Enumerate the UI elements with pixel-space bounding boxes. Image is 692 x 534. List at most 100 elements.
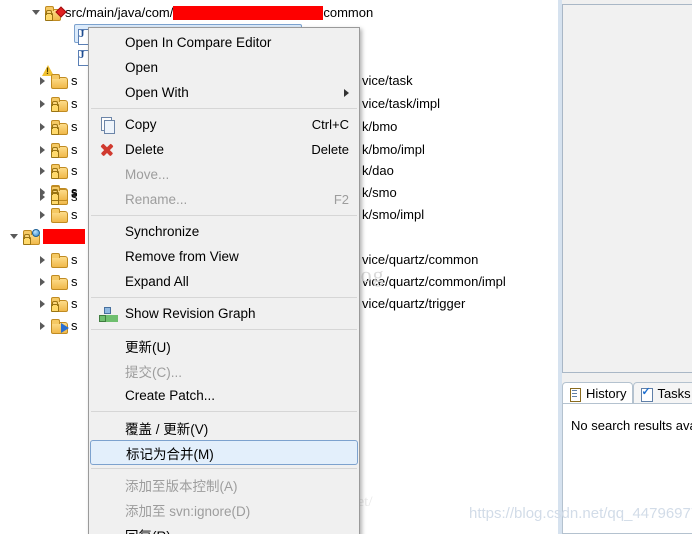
path-label: k/bmo (362, 119, 398, 134)
expand-arrow-icon[interactable] (36, 204, 50, 225)
tab-history[interactable]: History (562, 382, 634, 404)
tree-row-label: s (71, 318, 78, 333)
tree-row-label: s (71, 119, 78, 134)
menu-item-open-with[interactable]: Open With (89, 80, 359, 105)
menu-item-label: Synchronize (125, 224, 200, 239)
tree-row[interactable]: s (36, 204, 78, 225)
menu-item-synchronize[interactable]: Synchronize (89, 219, 359, 244)
redaction-bar (43, 229, 85, 244)
menu-item-label: Open With (125, 85, 189, 100)
expand-arrow-icon[interactable] (36, 139, 50, 160)
menu-item-label: Show Revision Graph (125, 306, 256, 321)
menu-separator (91, 108, 357, 109)
expand-arrow-icon[interactable] (36, 93, 50, 114)
path-label: vice/task/impl (362, 96, 441, 111)
menu-item-delete[interactable]: Delete Delete (89, 137, 359, 162)
menu-separator (91, 411, 357, 412)
expand-arrow-icon[interactable] (36, 182, 50, 203)
menu-item-label: Create Patch... (125, 388, 216, 403)
menu-separator (91, 297, 357, 298)
package-locked-icon (50, 185, 68, 201)
tree-row-path: k/smo/impl (362, 204, 424, 225)
tree-row-label: s (71, 142, 78, 157)
path-label: vice/quartz/common/impl (362, 274, 506, 289)
tree-row-path: vice/quartz/common/impl (362, 271, 506, 292)
menu-item-mark-as-merged[interactable]: 标记为合并(M) (90, 440, 358, 465)
expand-arrow-icon[interactable] (36, 271, 50, 292)
menu-item-label: Expand All (125, 274, 189, 289)
history-tab-icon (568, 387, 582, 402)
menu-item-copy[interactable]: Copy Ctrl+C (89, 112, 359, 137)
menu-item-open[interactable]: Open (89, 55, 359, 80)
package-icon (50, 252, 68, 268)
tree-row[interactable]: s (36, 271, 78, 292)
menu-item-update[interactable]: 更新(U) (89, 333, 359, 358)
path-label: vice/quartz/trigger (362, 296, 466, 311)
copy-icon (98, 116, 115, 134)
menu-item-label: 覆盖 / 更新(V) (125, 421, 209, 437)
tree-row-root[interactable]: src/main/java/com/common (30, 2, 373, 23)
tree-root-suffix: common (323, 5, 374, 20)
tree-row[interactable]: s (36, 93, 78, 114)
tree-row-project[interactable] (8, 226, 85, 247)
tree-row-path: k/bmo/impl (362, 139, 425, 160)
menu-item-create-patch[interactable]: Create Patch... (89, 383, 359, 408)
right-panel: History Tasks No search results ava (558, 0, 692, 534)
tree-row-path: vice/quartz/common (362, 249, 478, 270)
tree-row-label: s (71, 252, 78, 267)
path-label: k/dao (362, 163, 394, 178)
tab-label: Tasks (657, 386, 691, 401)
menu-item-label: Copy (125, 117, 157, 132)
menu-item-remove-from-view[interactable]: Remove from View (89, 244, 359, 269)
expand-arrow-icon[interactable] (36, 116, 50, 137)
tree-row[interactable]: s (36, 160, 78, 181)
expand-arrow-icon[interactable] (8, 226, 22, 247)
package-locked-icon (50, 96, 68, 112)
expand-arrow-icon[interactable] (36, 70, 50, 91)
menu-item-revert[interactable]: 回复(R)... (89, 522, 359, 534)
tree-row[interactable]: s (36, 116, 78, 137)
tree-row[interactable]: s (36, 70, 78, 91)
revision-graph-icon (98, 305, 115, 322)
package-icon (50, 274, 68, 290)
tree-row[interactable]: s (36, 315, 78, 336)
context-menu[interactable]: Open In Compare Editor Open Open With Co… (88, 27, 360, 534)
tree-row-label: s (71, 296, 78, 311)
menu-item-accel: F2 (333, 192, 349, 207)
menu-item-accel: Delete (311, 142, 349, 157)
tab-tasks[interactable]: Tasks (633, 382, 692, 404)
path-label: k/smo/impl (362, 207, 425, 222)
expand-arrow-icon[interactable] (36, 315, 50, 336)
tree-row-label: s (71, 274, 78, 289)
tree-row[interactable]: s (36, 139, 78, 160)
menu-item-open-in-compare-editor[interactable]: Open In Compare Editor (89, 30, 359, 55)
tree-row-path: vice/task (362, 70, 413, 91)
history-view-body: No search results ava (562, 403, 692, 534)
tree-row-label: s (71, 163, 78, 178)
tree-root-prefix: src/main/java/com/ (65, 5, 174, 20)
tree-row-label: s (71, 96, 78, 111)
menu-item-expand-all[interactable]: Expand All (89, 269, 359, 294)
tree-row[interactable]: s (36, 249, 78, 270)
menu-item-add-to-svn-ignore: 添加至 svn:ignore(D) (89, 497, 359, 522)
menu-item-show-revision-graph[interactable]: Show Revision Graph (89, 301, 359, 326)
expand-arrow-icon[interactable] (36, 249, 50, 270)
tree-row-label: s (71, 185, 78, 200)
view-tab-bar[interactable]: History Tasks (562, 380, 692, 404)
expand-arrow-icon[interactable] (36, 160, 50, 181)
menu-item-override-update[interactable]: 覆盖 / 更新(V) (89, 415, 359, 440)
tree-row[interactable]: s (36, 182, 78, 203)
editor-area[interactable] (562, 4, 692, 373)
package-locked-icon (50, 119, 68, 135)
chevron-right-icon (344, 89, 349, 97)
tree-row-label: s (71, 73, 78, 88)
expand-arrow-icon[interactable] (30, 2, 44, 23)
tree-row-path: vice/task/impl (362, 93, 440, 114)
source-folder-icon (44, 5, 67, 21)
app-window: src/main/java/com/common s s s (0, 0, 692, 534)
path-label: k/smo (362, 185, 397, 200)
tree-row[interactable]: s (36, 293, 78, 314)
no-results-message: No search results ava (571, 418, 692, 433)
menu-separator (91, 215, 357, 216)
expand-arrow-icon[interactable] (36, 293, 50, 314)
